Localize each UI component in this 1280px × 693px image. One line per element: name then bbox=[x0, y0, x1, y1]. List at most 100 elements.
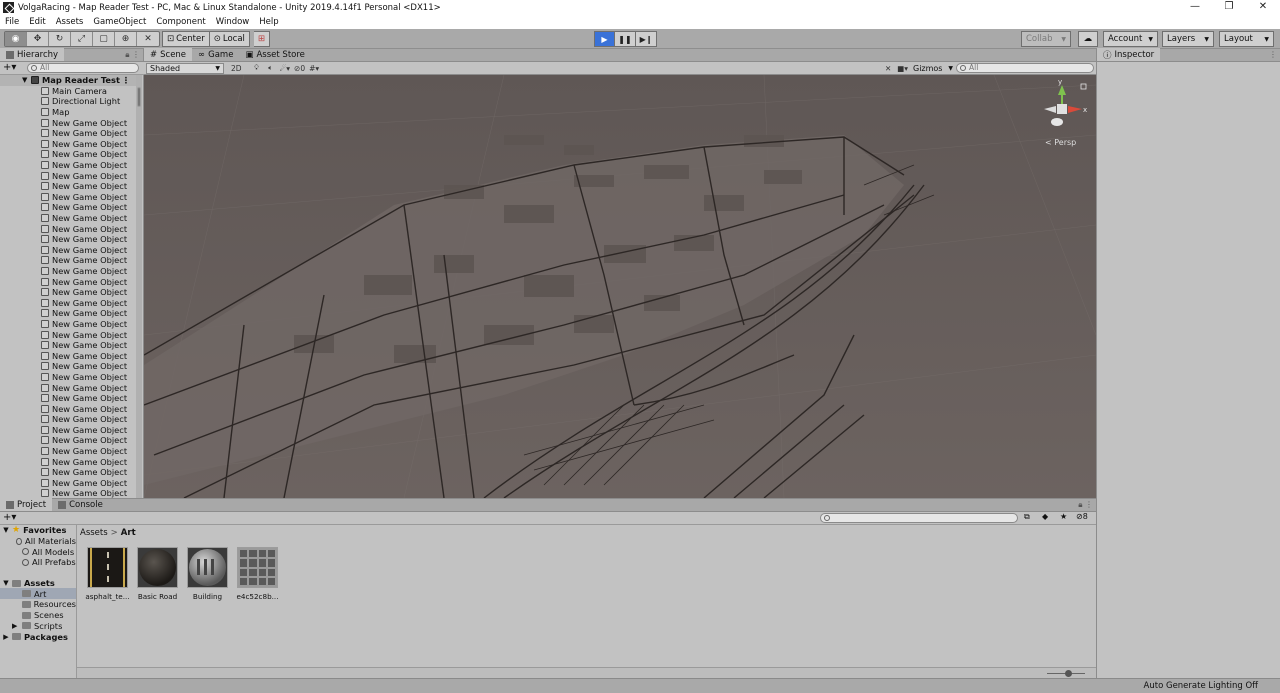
scene-search-input[interactable]: All bbox=[956, 63, 1094, 73]
hierarchy-item[interactable]: Directional Light bbox=[0, 96, 136, 107]
layers-dropdown[interactable]: Layers ▼ bbox=[1162, 31, 1214, 47]
gizmos-dropdown[interactable]: Gizmos ▼ bbox=[910, 63, 956, 74]
asset-asphalt-texture[interactable]: asphalt_te... bbox=[85, 547, 130, 601]
hierarchy-item[interactable]: New Game Object bbox=[0, 329, 136, 340]
hierarchy-search-input[interactable]: All bbox=[27, 63, 139, 73]
hierarchy-item[interactable]: New Game Object bbox=[0, 139, 136, 150]
transform-tool-icon[interactable]: ⊕ bbox=[115, 32, 137, 46]
hierarchy-item[interactable]: New Game Object bbox=[0, 382, 136, 393]
hierarchy-item[interactable]: New Game Object bbox=[0, 181, 136, 192]
hierarchy-item[interactable]: New Game Object bbox=[0, 297, 136, 308]
assets-root-row[interactable]: ▼ Assets bbox=[0, 578, 76, 589]
hierarchy-item[interactable]: New Game Object bbox=[0, 170, 136, 181]
hierarchy-item[interactable]: New Game Object bbox=[0, 223, 136, 234]
effects-icon[interactable]: ☄︎▾ bbox=[278, 63, 293, 74]
hierarchy-item[interactable]: Map bbox=[0, 107, 136, 118]
pivot-local-button[interactable]: ⊙ Local bbox=[209, 31, 250, 47]
create-dropdown-button[interactable]: +▾ bbox=[3, 62, 16, 74]
hierarchy-item[interactable]: New Game Object bbox=[0, 414, 136, 425]
favorite-all-materials[interactable]: All Materials bbox=[0, 536, 76, 547]
hierarchy-item[interactable]: New Game Object bbox=[0, 350, 136, 361]
hierarchy-item[interactable]: New Game Object bbox=[0, 456, 136, 467]
asset-basic-road[interactable]: Basic Road bbox=[136, 547, 179, 601]
tab-project[interactable]: Project bbox=[0, 498, 53, 511]
hierarchy-item[interactable]: New Game Object bbox=[0, 435, 136, 446]
toggle-2d-button[interactable]: 2D bbox=[229, 63, 244, 74]
hierarchy-item[interactable]: New Game Object bbox=[0, 245, 136, 256]
tab-scene[interactable]: # Scene bbox=[144, 48, 193, 61]
hierarchy-item[interactable]: New Game Object bbox=[0, 213, 136, 224]
hierarchy-item[interactable]: New Game Object bbox=[0, 361, 136, 372]
breadcrumb-art[interactable]: Art bbox=[121, 528, 136, 538]
favorites-row[interactable]: ▼ ★ Favorites bbox=[0, 525, 76, 536]
packages-row[interactable]: ▶ Packages bbox=[0, 631, 76, 642]
custom-tool-icon[interactable]: ✕ bbox=[137, 32, 159, 46]
hierarchy-item[interactable]: New Game Object bbox=[0, 467, 136, 478]
pause-button[interactable]: ❚❚ bbox=[615, 31, 636, 47]
scene-menu-icon[interactable]: ⋮ bbox=[122, 75, 130, 85]
menu-component[interactable]: Component bbox=[151, 17, 210, 27]
hidden-packages-button[interactable]: ⊘8 bbox=[1076, 512, 1088, 521]
tab-game[interactable]: ∞ Game bbox=[192, 48, 239, 61]
favorite-all-prefabs[interactable]: All Prefabs bbox=[0, 557, 76, 568]
menu-assets[interactable]: Assets bbox=[51, 17, 89, 27]
scene-row[interactable]: ▼ Map Reader Test ⋮ bbox=[0, 75, 136, 86]
hierarchy-item[interactable]: New Game Object bbox=[0, 488, 136, 498]
hierarchy-item[interactable]: New Game Object bbox=[0, 117, 136, 128]
rect-tool-icon[interactable]: ▢ bbox=[93, 32, 115, 46]
project-search-input[interactable] bbox=[820, 513, 1018, 523]
hierarchy-item[interactable]: New Game Object bbox=[0, 393, 136, 404]
step-button[interactable]: ▶❙ bbox=[636, 31, 657, 47]
expand-arrow-icon[interactable]: ▶ bbox=[12, 622, 22, 630]
folder-scenes[interactable]: Scenes bbox=[0, 610, 76, 621]
hierarchy-item[interactable]: New Game Object bbox=[0, 255, 136, 266]
play-button[interactable]: ▶ bbox=[594, 31, 615, 47]
minimize-button[interactable]: — bbox=[1178, 0, 1212, 15]
breadcrumb-assets[interactable]: Assets bbox=[80, 528, 108, 538]
tab-hierarchy[interactable]: Hierarchy bbox=[0, 48, 65, 61]
hierarchy-item[interactable]: New Game Object bbox=[0, 340, 136, 351]
audio-icon[interactable]: 🔈︎ bbox=[264, 63, 278, 74]
hand-tool-icon[interactable]: ◉ bbox=[5, 32, 27, 46]
hidden-objects-button[interactable]: ⊘ 0 bbox=[292, 63, 307, 74]
rotate-tool-icon[interactable]: ↻ bbox=[49, 32, 71, 46]
filter-label-icon[interactable]: ◆ bbox=[1042, 512, 1048, 521]
persp-label[interactable]: < Persp bbox=[1045, 138, 1076, 147]
scale-tool-icon[interactable]: ⤢ bbox=[71, 32, 93, 46]
favorite-all-models[interactable]: All Models bbox=[0, 546, 76, 557]
collab-dropdown[interactable]: Collab ▼ bbox=[1021, 31, 1071, 47]
tab-console[interactable]: Console bbox=[52, 498, 109, 511]
cloud-icon[interactable]: ☁ bbox=[1078, 31, 1098, 47]
hierarchy-item[interactable]: New Game Object bbox=[0, 425, 136, 436]
move-tool-icon[interactable]: ✥ bbox=[27, 32, 49, 46]
hierarchy-item[interactable]: New Game Object bbox=[0, 266, 136, 277]
tab-inspector[interactable]: ⓘ Inspector bbox=[1097, 48, 1161, 61]
hierarchy-item[interactable]: New Game Object bbox=[0, 276, 136, 287]
restore-button[interactable]: ❐ bbox=[1212, 0, 1246, 15]
pivot-center-button[interactable]: ⊡ Center bbox=[162, 31, 210, 47]
hierarchy-item[interactable]: New Game Object bbox=[0, 160, 136, 171]
hierarchy-item[interactable]: New Game Object bbox=[0, 287, 136, 298]
asset-building[interactable]: Building bbox=[186, 547, 229, 601]
snap-icon[interactable]: ⊞ bbox=[253, 31, 271, 47]
expand-arrow-icon[interactable]: ▼ bbox=[22, 76, 27, 84]
account-dropdown[interactable]: Account ▼ bbox=[1103, 31, 1158, 47]
lighting-icon[interactable]: 💡︎ bbox=[250, 63, 264, 74]
filter-type-icon[interactable]: ⧉ bbox=[1024, 512, 1030, 522]
asset-window-texture[interactable]: e4c52c8b... bbox=[236, 547, 279, 601]
hierarchy-item[interactable]: New Game Object bbox=[0, 234, 136, 245]
hierarchy-item[interactable]: New Game Object bbox=[0, 319, 136, 330]
folder-scripts[interactable]: ▶ Scripts bbox=[0, 621, 76, 632]
hierarchy-item[interactable]: New Game Object bbox=[0, 478, 136, 489]
folder-resources[interactable]: Resources bbox=[0, 599, 76, 610]
favorite-star-icon[interactable]: ★ bbox=[1060, 512, 1067, 521]
scene-viewport[interactable]: x y < Persp bbox=[144, 75, 1096, 498]
hierarchy-item[interactable]: New Game Object bbox=[0, 149, 136, 160]
tab-asset-store[interactable]: ▣ Asset Store bbox=[239, 48, 310, 61]
folder-art[interactable]: Art bbox=[0, 588, 76, 600]
hierarchy-item[interactable]: New Game Object bbox=[0, 202, 136, 213]
menu-gameobject[interactable]: GameObject bbox=[88, 17, 151, 27]
hierarchy-item[interactable]: New Game Object bbox=[0, 192, 136, 203]
hierarchy-item[interactable]: New Game Object bbox=[0, 403, 136, 414]
hierarchy-item[interactable]: Main Camera bbox=[0, 86, 136, 97]
